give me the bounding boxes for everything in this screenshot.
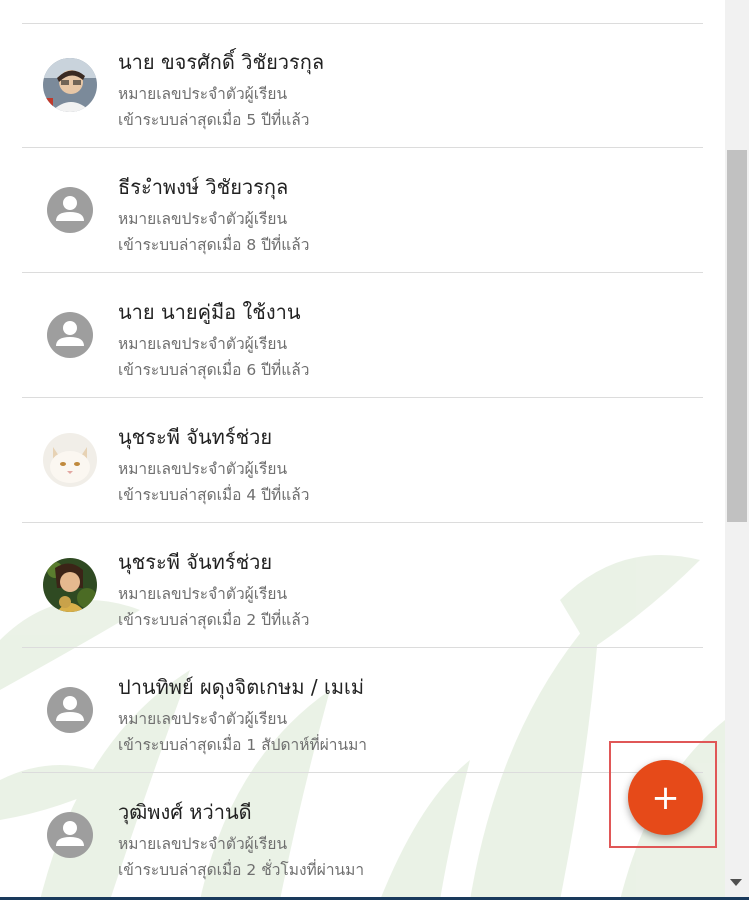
student-list-item[interactable]: นาย ขจรศักดิ์ วิชัยวรกุล หมายเลขประจำตัว… (22, 24, 703, 148)
student-list-item[interactable]: นาย นายคู่มือ ใช้งาน หมายเลขประจำตัวผู้เ… (22, 274, 703, 398)
student-list-item[interactable]: นุชระพี จันทร์ช่วย หมายเลขประจำตัวผู้เรี… (22, 399, 703, 523)
scroll-down-arrow-icon[interactable] (730, 879, 742, 886)
plus-icon: + (651, 777, 680, 818)
last-login-text: เข้าระบบล่าสุดเมื่อ 2 ชั่วโมงที่ผ่านมา (118, 861, 365, 879)
default-person-icon (43, 808, 97, 862)
last-login-text: เข้าระบบล่าสุดเมื่อ 1 สัปดาห์ที่ผ่านมา (118, 736, 367, 754)
last-login-text: เข้าระบบล่าสุดเมื่อ 8 ปีที่แล้ว (118, 236, 310, 254)
student-list-item[interactable]: ธีระำพงษ์ วิชัยวรกุล หมายเลขประจำตัวผู้เ… (22, 149, 703, 273)
student-photo-avatar (43, 433, 97, 487)
scrollbar-thumb[interactable] (727, 150, 747, 522)
student-list-item[interactable]: วุฒิพงศ์ หว่านดี หมายเลขประจำตัวผู้เรียน… (22, 774, 703, 898)
student-list-item[interactable]: นุชระพี จันทร์ช่วย หมายเลขประจำตัวผู้เรี… (22, 524, 703, 648)
student-id-label: หมายเลขประจำตัวผู้เรียน (118, 585, 288, 603)
student-name: นุชระพี จันทร์ช่วย (118, 550, 273, 574)
last-login-text: เข้าระบบล่าสุดเมื่อ 6 ปีที่แล้ว (118, 361, 310, 379)
default-person-icon (43, 308, 97, 362)
student-id-label: หมายเลขประจำตัวผู้เรียน (118, 210, 288, 228)
last-login-text: เข้าระบบล่าสุดเมื่อ 5 ปีที่แล้ว (118, 111, 310, 129)
student-name: นาย ขจรศักดิ์ วิชัยวรกุล (118, 50, 325, 74)
vertical-scrollbar[interactable] (725, 0, 749, 900)
student-id-label: หมายเลขประจำตัวผู้เรียน (118, 710, 288, 728)
student-photo-avatar (43, 58, 97, 112)
student-name: ธีระำพงษ์ วิชัยวรกุล (118, 175, 289, 199)
student-id-label: หมายเลขประจำตัวผู้เรียน (118, 335, 288, 353)
student-list-item[interactable]: ปานทิพย์ ผดุงจิตเกษม / เมเม่ หมายเลขประจ… (22, 649, 703, 773)
student-id-label: หมายเลขประจำตัวผู้เรียน (118, 460, 288, 478)
default-person-icon (43, 183, 97, 237)
default-person-icon (43, 683, 97, 737)
student-id-label: หมายเลขประจำตัวผู้เรียน (118, 835, 288, 853)
add-student-button[interactable]: + (628, 760, 703, 835)
student-name: วุฒิพงศ์ หว่านดี (118, 800, 252, 824)
student-name: นุชระพี จันทร์ช่วย (118, 425, 273, 449)
last-login-text: เข้าระบบล่าสุดเมื่อ 4 ปีที่แล้ว (118, 486, 310, 504)
student-id-label: หมายเลขประจำตัวผู้เรียน (118, 85, 288, 103)
student-name: นาย นายคู่มือ ใช้งาน (118, 300, 301, 324)
last-login-text: เข้าระบบล่าสุดเมื่อ 2 ปีที่แล้ว (118, 611, 310, 629)
student-name: ปานทิพย์ ผดุงจิตเกษม / เมเม่ (118, 675, 365, 699)
student-photo-avatar (43, 558, 97, 612)
